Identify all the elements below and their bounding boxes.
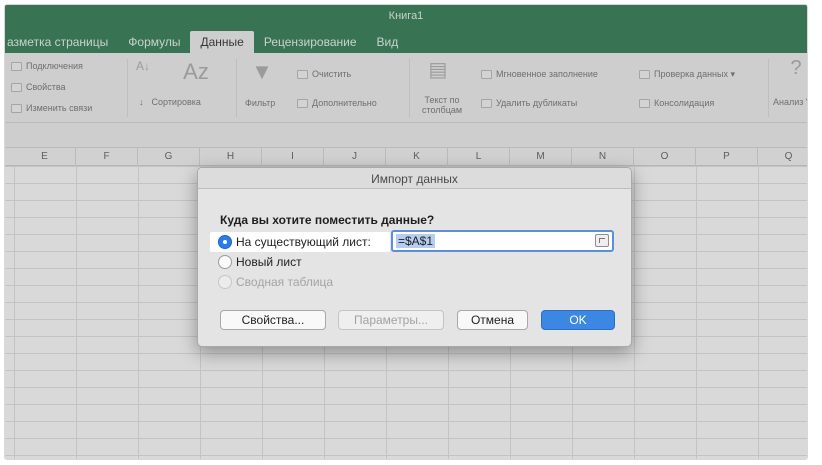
pivot-table-option: Сводная таблица	[218, 273, 333, 291]
properties-button[interactable]: Свойства...	[220, 310, 326, 330]
import-data-dialog: Импорт данных Куда вы хотите поместить д…	[197, 167, 632, 347]
ok-button[interactable]: OK	[541, 310, 615, 330]
excel-window: Книга1 азметка страницы Формулы Данные Р…	[4, 4, 808, 460]
pivot-table-label: Сводная таблица	[236, 275, 334, 289]
cancel-button[interactable]: Отмена	[457, 310, 528, 330]
collapse-dialog-icon[interactable]	[595, 234, 609, 247]
existing-sheet-option[interactable]: На существующий лист:	[218, 233, 371, 251]
dialog-title: Импорт данных	[371, 172, 458, 186]
new-sheet-option[interactable]: Новый лист	[218, 253, 302, 271]
new-sheet-label: Новый лист	[236, 255, 302, 269]
existing-sheet-label: На существующий лист:	[236, 235, 371, 249]
destination-question: Куда вы хотите поместить данные?	[220, 213, 435, 227]
radio-checked-icon	[218, 235, 232, 249]
radio-unchecked-icon	[218, 255, 232, 269]
radio-disabled-icon	[218, 275, 232, 289]
cell-reference-value: =$A$1	[396, 234, 436, 248]
cell-reference-input[interactable]: =$A$1	[391, 230, 614, 252]
parameters-button: Параметры...	[338, 310, 444, 330]
dialog-title-bar: Импорт данных	[198, 168, 631, 189]
